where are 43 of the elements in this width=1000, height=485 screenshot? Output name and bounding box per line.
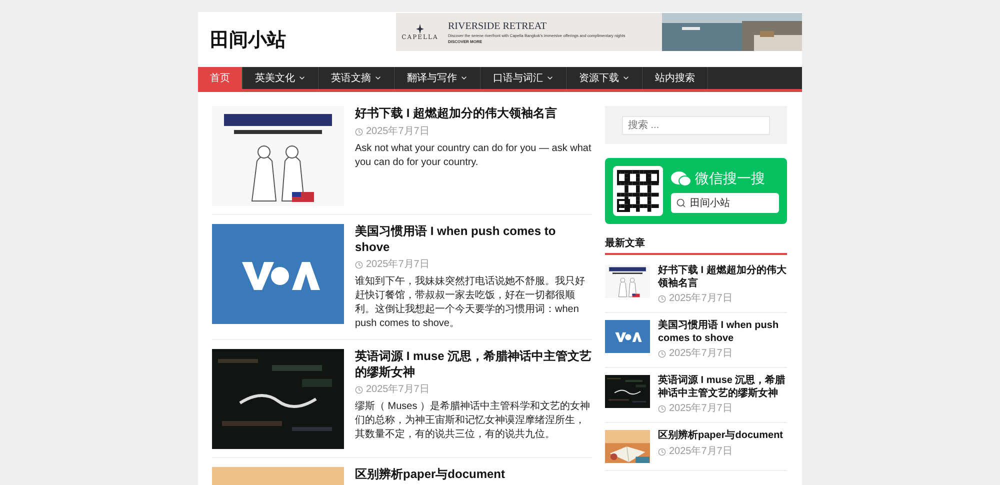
nav-tab[interactable]: 首页 — [198, 67, 243, 89]
clock-icon — [355, 386, 363, 394]
nav-tab[interactable]: 翻译与写作 — [395, 67, 481, 89]
article-title[interactable]: 好书下载 I 超燃超加分的伟大领袖名言 — [355, 106, 592, 122]
post-date: 2025年7月7日 — [669, 446, 732, 458]
search-icon — [676, 198, 686, 208]
clock-icon — [355, 261, 363, 270]
clock-icon — [658, 295, 666, 303]
nav-tab[interactable]: 口语与词汇 — [481, 67, 567, 89]
article-title[interactable]: 美国习惯用语 I when push comes to shove — [355, 224, 592, 256]
post-date: 2025年7月7日 — [669, 403, 732, 415]
section-heading: 最新文章 — [605, 236, 787, 255]
article-title[interactable]: 区别辨析paper与document — [355, 467, 592, 483]
recent-post-title[interactable]: 区别辨析paper与document — [658, 430, 784, 442]
recent-post-title[interactable]: 英语词源 I muse 沉思，希腊神话中主管文艺的缪斯女神 — [658, 375, 787, 400]
nav-tab[interactable]: 站内搜索 — [643, 67, 708, 89]
article-excerpt: Ask not what your country can do for you — ask what you can do for your country. — [355, 142, 592, 170]
article-title[interactable]: 英语词源 I muse 沉思，希腊神话中主管文艺的缪斯女神 — [355, 349, 592, 380]
chat-bubbles-icon — [671, 170, 691, 186]
post-date: 2025年7月7日 — [669, 293, 732, 305]
article-excerpt: 谁知到下午，我妹妹突然打电话说她不舒服。我只好赶快订餐馆，带叔叔一家去吃饭，好在一切都很顺利。这倒让我想起一个今天要学的习惯用词：when push comes to shove。 — [355, 275, 586, 332]
post-date: 2025年7月7日 — [366, 384, 430, 396]
clock-icon — [658, 448, 666, 456]
wechat-card[interactable]: 微信搜一搜 田间小站 — [605, 158, 787, 224]
clock-icon — [658, 350, 666, 358]
nav-tab[interactable]: 英美文化 — [243, 67, 319, 89]
wechat-search-field[interactable]: 田间小站 — [671, 192, 779, 212]
article-excerpt: 缪斯（ Muses ）是希腊神话中主管科学和文艺的女神们的总称，为神王宙斯和记忆女神谟涅摩绪涅所生，其数量不定，有的说共三位，有的说共九位。 — [355, 400, 592, 442]
post-date: 2025年7月7日 — [669, 348, 732, 360]
clock-icon — [355, 128, 363, 136]
clock-icon — [658, 405, 666, 413]
search-field[interactable]: 搜索 ... — [622, 116, 770, 135]
post-date: 2025年7月7日 — [366, 259, 430, 272]
qr-code-icon — [613, 166, 663, 216]
ad-headline: RIVERSIDE RETREAT — [448, 20, 548, 32]
wechat-label: 微信搜一搜 — [695, 170, 765, 188]
site-title[interactable]: 田间小站 — [210, 26, 286, 52]
nav-tab[interactable]: 英语文摘 — [319, 67, 395, 89]
star-icon — [416, 24, 424, 34]
nav-tab[interactable]: 资源下载 — [567, 67, 643, 89]
recent-post-title[interactable]: 好书下载 I 超燃超加分的伟大领袖名言 — [658, 265, 787, 290]
post-date: 2025年7月7日 — [366, 126, 430, 138]
recent-post-title[interactable]: 美国习惯用语 I when push comes to shove — [658, 320, 787, 345]
